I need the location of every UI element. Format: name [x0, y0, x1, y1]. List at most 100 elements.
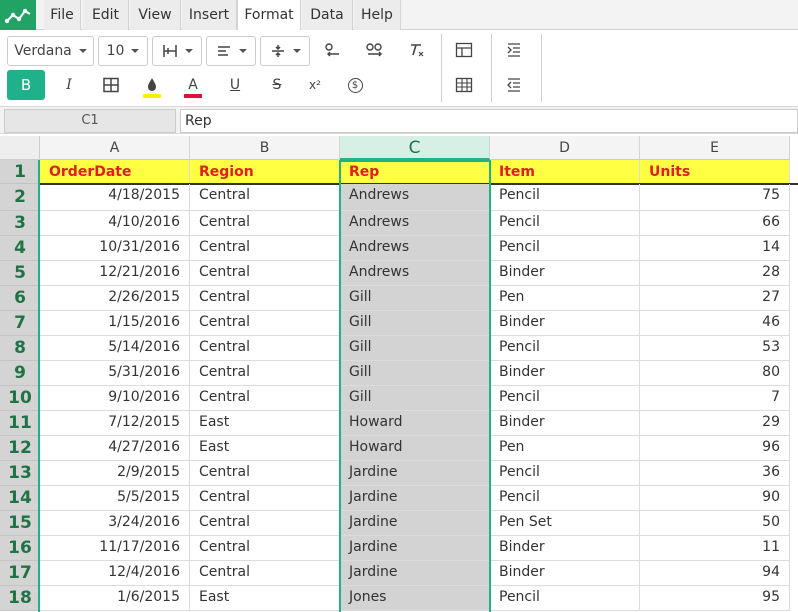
select-all-corner[interactable] [0, 136, 40, 160]
table-cell[interactable]: Gill [340, 286, 490, 311]
table-cell[interactable]: 66 [640, 211, 790, 236]
table-cell[interactable]: 90 [640, 486, 790, 511]
table-cell[interactable]: Central [190, 386, 340, 411]
row-header[interactable]: 3 [0, 211, 40, 236]
table-cell[interactable]: 5/14/2016 [40, 336, 190, 361]
table-cell[interactable]: 36 [640, 461, 790, 486]
table-cell[interactable]: Central [190, 211, 340, 236]
table-cell[interactable]: 2/26/2015 [40, 286, 190, 311]
table-cell[interactable]: Pencil [490, 586, 640, 611]
clear-format-button[interactable] [402, 36, 432, 64]
table-cell[interactable]: 3/24/2016 [40, 511, 190, 536]
header-cell[interactable]: Region [190, 160, 340, 184]
table-cell[interactable]: Pencil [490, 236, 640, 261]
menu-edit[interactable]: Edit [83, 0, 129, 30]
table-cell[interactable]: 7 [640, 386, 790, 411]
formula-input[interactable]: Rep [180, 109, 798, 133]
table-cell[interactable]: East [190, 436, 340, 461]
table-cell[interactable]: Andrews [340, 211, 490, 236]
table-cell[interactable]: Central [190, 561, 340, 586]
table-cell[interactable]: 4/10/2016 [40, 211, 190, 236]
table-cell[interactable]: Andrews [340, 261, 490, 286]
table-cell[interactable]: Central [190, 336, 340, 361]
row-header[interactable]: 1 [0, 160, 40, 184]
menu-insert[interactable]: Insert [182, 0, 237, 30]
row-header[interactable]: 18 [0, 586, 40, 611]
table-cell[interactable]: Gill [340, 361, 490, 386]
name-box[interactable]: C1 [4, 109, 176, 133]
table-cell[interactable]: Central [190, 461, 340, 486]
underline-button[interactable]: U [220, 71, 250, 99]
table-cell[interactable]: Central [190, 536, 340, 561]
table-cell[interactable]: Central [190, 486, 340, 511]
decrease-decimal-button[interactable] [318, 36, 348, 64]
column-header-b[interactable]: B [190, 136, 340, 160]
table-cell[interactable]: Binder [490, 261, 640, 286]
table-cell[interactable]: Gill [340, 311, 490, 336]
superscript-button[interactable]: x² [300, 71, 330, 99]
bold-button[interactable]: B [7, 70, 45, 100]
table-cell[interactable]: Gill [340, 386, 490, 411]
valign-dropdown[interactable] [260, 36, 310, 66]
table-cell[interactable]: 96 [640, 436, 790, 461]
header-cell[interactable]: Units [640, 160, 790, 184]
font-family-dropdown[interactable]: Verdana [7, 36, 94, 66]
table-cell[interactable]: 50 [640, 511, 790, 536]
row-header[interactable]: 10 [0, 386, 40, 411]
header-cell[interactable]: OrderDate [40, 160, 190, 184]
merge-cells-button[interactable] [449, 36, 479, 64]
table-cell[interactable]: 11/17/2016 [40, 536, 190, 561]
table-cell[interactable]: Andrews [340, 184, 490, 211]
row-header[interactable]: 15 [0, 511, 40, 536]
table-cell[interactable]: Central [190, 511, 340, 536]
table-cell[interactable]: Andrews [340, 236, 490, 261]
header-cell[interactable]: Rep [340, 160, 490, 184]
row-header[interactable]: 7 [0, 311, 40, 336]
menu-help[interactable]: Help [354, 0, 401, 30]
table-cell[interactable]: 5/31/2016 [40, 361, 190, 386]
table-cell[interactable]: Binder [490, 411, 640, 436]
table-cell[interactable]: 27 [640, 286, 790, 311]
table-cell[interactable]: Binder [490, 561, 640, 586]
menu-format[interactable]: Format [237, 0, 301, 31]
table-cell[interactable]: 1/6/2015 [40, 586, 190, 611]
row-header[interactable]: 9 [0, 361, 40, 386]
table-cell[interactable]: Pen [490, 436, 640, 461]
table-cell[interactable]: Jardine [340, 486, 490, 511]
column-header-e[interactable]: E [640, 136, 790, 160]
column-header-d[interactable]: D [490, 136, 640, 160]
table-cell[interactable]: Pencil [490, 386, 640, 411]
column-header-a[interactable]: A [40, 136, 190, 160]
table-cell[interactable]: 94 [640, 561, 790, 586]
table-cell[interactable]: Binder [490, 361, 640, 386]
table-format-button[interactable] [449, 71, 479, 99]
table-cell[interactable]: Pencil [490, 461, 640, 486]
table-cell[interactable]: Pen Set [490, 511, 640, 536]
table-cell[interactable]: 7/12/2015 [40, 411, 190, 436]
table-cell[interactable]: 9/10/2016 [40, 386, 190, 411]
table-cell[interactable]: Central [190, 184, 340, 211]
currency-format-button[interactable]: $ [340, 71, 370, 99]
table-cell[interactable]: Jones [340, 586, 490, 611]
table-cell[interactable]: Central [190, 286, 340, 311]
menu-file[interactable]: File [44, 0, 81, 30]
table-cell[interactable]: 4/27/2016 [40, 436, 190, 461]
menu-data[interactable]: Data [302, 0, 353, 30]
table-cell[interactable]: Pen [490, 286, 640, 311]
table-cell[interactable]: Howard [340, 436, 490, 461]
font-color-button[interactable]: A [178, 71, 208, 99]
table-cell[interactable]: Central [190, 236, 340, 261]
italic-button[interactable]: I [54, 71, 84, 99]
table-cell[interactable]: Jardine [340, 511, 490, 536]
row-header[interactable]: 2 [0, 184, 40, 211]
table-cell[interactable]: Central [190, 261, 340, 286]
row-header[interactable]: 11 [0, 411, 40, 436]
increase-decimal-button[interactable] [360, 36, 390, 64]
row-header[interactable]: 12 [0, 436, 40, 461]
row-header[interactable]: 5 [0, 261, 40, 286]
table-cell[interactable]: East [190, 586, 340, 611]
header-cell[interactable]: Item [490, 160, 640, 184]
spreadsheet-grid[interactable]: A B C D E 1 2 3 4 5 6 7 8 9 10 11 12 13 14 15 16 17 18 OrderDat… [0, 136, 798, 612]
font-size-dropdown[interactable]: 10 [98, 36, 148, 66]
table-cell[interactable]: Pencil [490, 211, 640, 236]
